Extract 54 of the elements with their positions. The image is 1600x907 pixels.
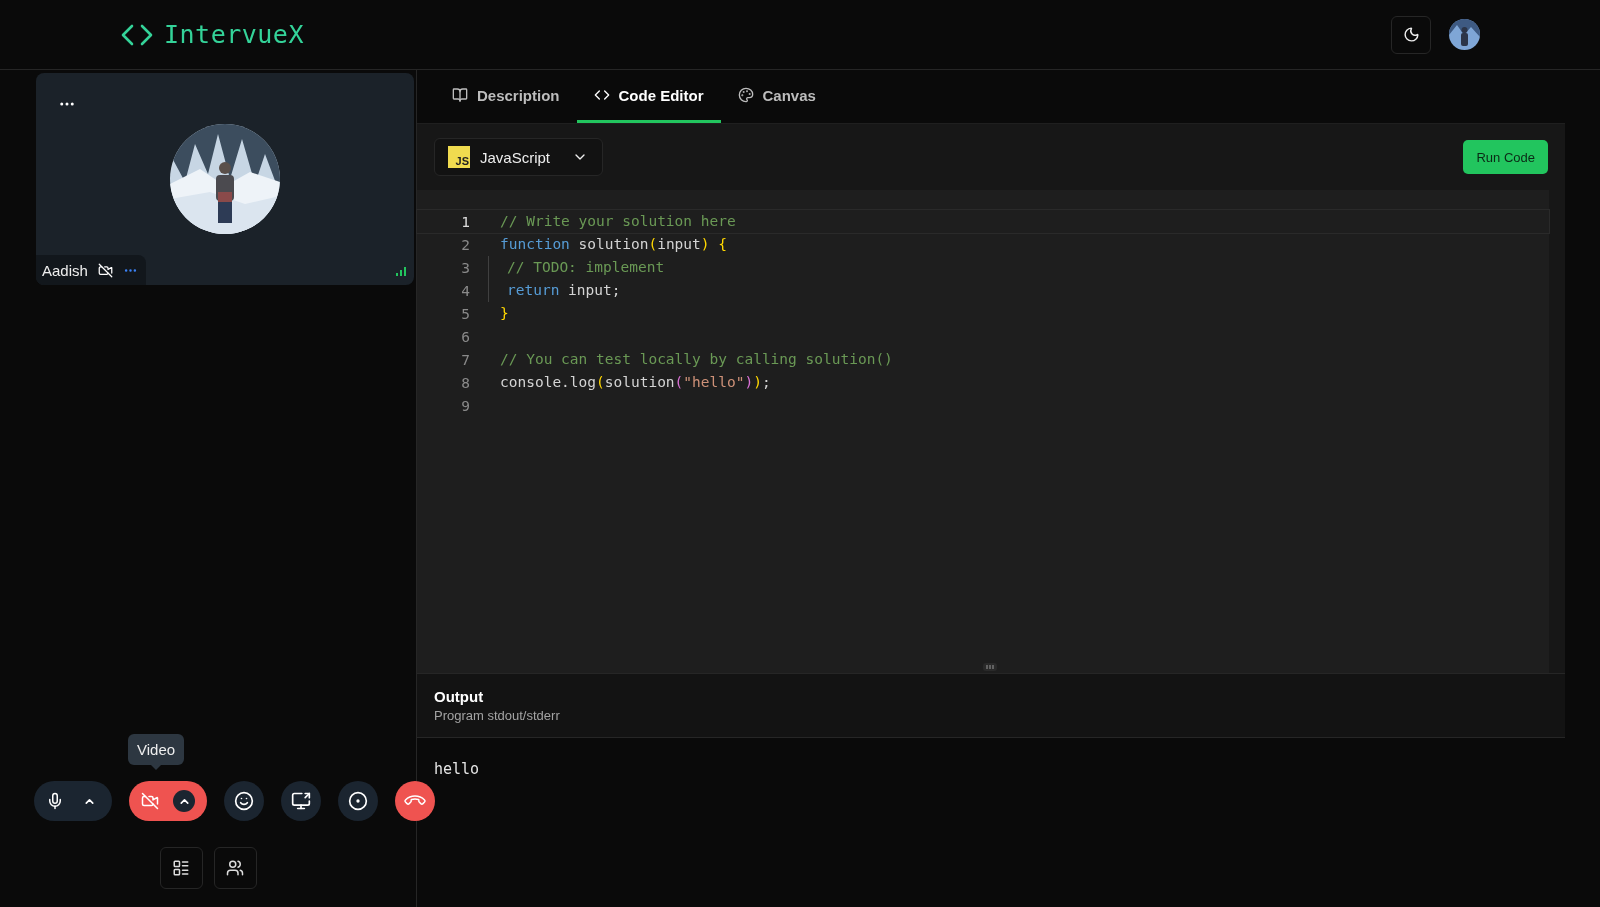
user-avatar[interactable] — [1449, 19, 1480, 50]
tooltip-pointer-icon — [151, 765, 162, 770]
camera-button[interactable] — [129, 781, 207, 821]
code-line: // You can test locally by calling solution() — [500, 350, 893, 369]
resize-handle[interactable] — [983, 663, 997, 671]
code-line: } — [500, 304, 509, 323]
camera-off-icon — [141, 792, 159, 810]
people-icon — [226, 859, 244, 877]
line-number: 3 — [460, 259, 470, 276]
palette-icon — [737, 87, 754, 103]
caret-icon — [173, 790, 195, 812]
reaction-button[interactable] — [224, 781, 264, 821]
line-number: 7 — [460, 351, 470, 368]
code-brackets-icon — [120, 22, 154, 47]
participants-button[interactable] — [213, 847, 257, 889]
record-button[interactable] — [338, 781, 378, 821]
code-line: console.log(solution("hello")); — [500, 373, 771, 392]
line-number: 6 — [460, 328, 470, 345]
tooltip: Video — [128, 734, 185, 765]
line-number: 9 — [460, 397, 470, 414]
screen-share-button[interactable] — [281, 781, 321, 821]
line-number: 2 — [460, 236, 470, 253]
logo-text: IntervueX — [164, 20, 304, 49]
line-number: 1 — [460, 213, 470, 230]
tab[interactable]: Canvas — [720, 70, 833, 123]
javascript-icon: JS — [448, 146, 470, 168]
code-line: return input; — [488, 279, 621, 302]
microphone-button[interactable] — [34, 781, 112, 821]
line-number: 8 — [460, 374, 470, 391]
output-title: Output — [434, 688, 485, 705]
hang-up-button[interactable] — [395, 781, 435, 821]
code-line: // TODO: implement — [488, 256, 665, 279]
code-icon — [593, 87, 610, 103]
tab[interactable]: Description — [435, 70, 577, 123]
smiley-icon — [234, 791, 254, 811]
participant-name: Aadish — [42, 261, 88, 279]
record-icon — [348, 791, 368, 811]
moon-icon — [1402, 26, 1420, 43]
layout-list-icon — [172, 859, 190, 877]
screen-share-icon — [291, 791, 311, 811]
book-icon — [452, 87, 468, 103]
microphone-icon — [46, 792, 64, 810]
signal-icon — [396, 267, 406, 276]
code-line: // Write your solution here — [500, 212, 736, 231]
line-number: 5 — [460, 305, 470, 322]
code-line: function solution(input) { — [500, 235, 727, 254]
line-number: 4 — [460, 282, 470, 299]
theme-toggle-button[interactable] — [1391, 15, 1431, 54]
code-editor[interactable]: 1 // Write your solution here 2 function solution(input) { 3 // TODO: implement 4 return input; 5 } 6 7 // You can test locally by calling solution() 8 console.log(solution("hello")); 9 — [417, 190, 1565, 673]
output-subtitle: Program stdout/stderr — [434, 708, 561, 723]
layout-button[interactable] — [159, 847, 203, 889]
language-select[interactable]: JS JavaScript — [434, 138, 604, 176]
output-text: hello — [434, 760, 480, 778]
run-code-button[interactable]: Run Code — [1463, 140, 1548, 174]
